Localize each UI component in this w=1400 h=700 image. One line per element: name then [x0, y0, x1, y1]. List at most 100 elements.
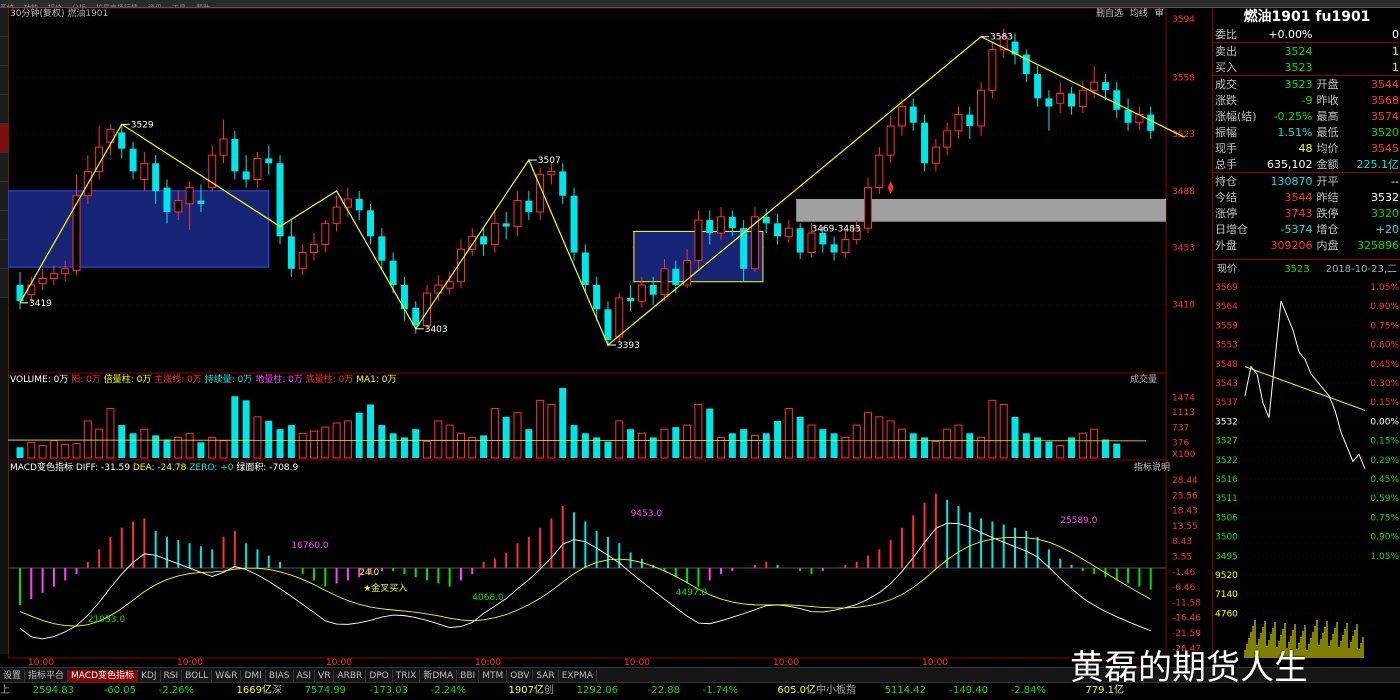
volume-continue-label: 持续量: 0万	[204, 375, 253, 385]
intraday-left-tick: 3511	[1215, 494, 1238, 504]
intraday-right-tick: 0.90%	[1370, 302, 1399, 312]
volume-type-select[interactable]: 成交量	[1130, 375, 1157, 386]
window-button[interactable]: 审	[1155, 9, 1164, 19]
candle-body	[242, 171, 250, 180]
remove-watchlist-button[interactable]: 删自选	[1096, 9, 1123, 19]
quote-key: 开平	[1314, 172, 1349, 189]
strip-tab[interactable]	[0, 182, 8, 211]
quote-value: 325896	[1357, 238, 1399, 252]
chart-canvas[interactable]: 3594 3558 3523 3488 3453 3418 3419 3529 3403 3507…	[8, 8, 1212, 666]
intraday-chart[interactable]: 3569 3564 3559 3553 3548 3543 3537 3532 3527 3522…	[1213, 280, 1400, 660]
strip-tab[interactable]	[0, 240, 8, 269]
macd-area-value: 9453.0	[631, 509, 663, 519]
candle-body	[615, 297, 624, 338]
candle-body	[694, 219, 703, 262]
strip-tab[interactable]	[0, 37, 8, 66]
quote-value: 3574	[1371, 109, 1399, 123]
volume-bar	[298, 432, 307, 459]
macd-dea-label: DEA: -24.78	[132, 463, 187, 473]
volume-bar	[694, 403, 703, 459]
volume-bar	[106, 408, 115, 459]
candle-body	[309, 243, 318, 254]
intraday-right-tick: 0.29%	[1370, 456, 1399, 466]
candle-body	[1124, 109, 1132, 123]
quote-value: +20	[1375, 222, 1399, 236]
intraday-right-tick: 0.30%	[1370, 379, 1399, 389]
quote-key: 持仓	[1213, 172, 1259, 189]
peak-label: 3419	[29, 299, 52, 309]
quote-row: 今结 3544 昨结 3532	[1213, 189, 1400, 205]
candle-body	[784, 227, 793, 237]
quote-key: 外盘	[1215, 239, 1237, 252]
quote-value: 3532	[1371, 190, 1399, 204]
quote-key: 现手	[1215, 142, 1237, 155]
quote-title: 燃油1901 fu1901	[1243, 9, 1371, 25]
strip-tab[interactable]	[0, 95, 8, 124]
macd-tick-label: -21.59	[1172, 629, 1201, 639]
quote-row: 涨幅(结) -0.25% 最高 3574	[1213, 108, 1400, 124]
macd-area-value: 4497.0	[676, 588, 708, 598]
macd-tick-label: 23.56	[1172, 491, 1198, 501]
volume-bar	[16, 447, 24, 458]
time-axis-label: 10:00	[177, 658, 203, 666]
quote-key	[1314, 59, 1348, 76]
volume-unit-label: X100	[1172, 450, 1196, 460]
macd-tick-label: -6.46	[1172, 583, 1196, 593]
candle-body	[796, 228, 804, 253]
chart-top-buttons[interactable]: 删自选 均线 审	[1096, 9, 1164, 20]
indicator-help-button[interactable]: 指标说明	[1134, 463, 1170, 474]
macd-area-value: 21933.0	[88, 615, 125, 625]
volume-main-label: 主涨线: 0万	[154, 375, 202, 385]
volume-ma-label: MA1: 0万	[356, 375, 397, 385]
quote-key: 开盘	[1314, 75, 1349, 92]
intraday-right-tick: 0.90%	[1370, 533, 1399, 543]
quote-key: 涨停	[1215, 207, 1237, 220]
volume-bar	[897, 428, 906, 459]
volume-bar	[27, 441, 36, 459]
strip-tab[interactable]	[0, 66, 8, 95]
status-index-value: -173.03	[369, 685, 408, 696]
quote-key	[1314, 42, 1349, 59]
quote-value: 1.51%	[1277, 125, 1313, 139]
candle-body	[265, 158, 273, 164]
volume-bar	[909, 433, 917, 458]
status-index-value: -60.05	[103, 685, 136, 696]
strip-tab[interactable]	[0, 8, 8, 37]
ma-button[interactable]: 均线	[1130, 9, 1148, 19]
intraday-left-tick: 4760	[1215, 609, 1238, 619]
volume-bar	[672, 427, 680, 458]
candle-body	[570, 195, 578, 253]
candle-body	[717, 216, 726, 234]
intraday-left-tick: 3548	[1215, 360, 1238, 370]
status-index-value: 1669亿	[236, 685, 272, 696]
volume-bar	[931, 441, 940, 459]
volume-bar	[559, 388, 567, 458]
candle-body	[649, 284, 657, 295]
peak-label: 3507	[538, 156, 561, 166]
volume-tick-label: 376	[1172, 439, 1189, 449]
candle-body	[1101, 82, 1109, 91]
now-date: 2018-10-23,二	[1325, 264, 1397, 275]
quote-key: 涨幅(结)	[1215, 110, 1257, 123]
volume-header: VOLUME: 0万 阳: 0万 倍量柱: 0万 主涨线: 0万 持续量: 0万…	[10, 375, 396, 386]
volume-bar	[547, 403, 556, 459]
quote-row: 卖出 3524 1	[1213, 42, 1400, 59]
strip-tab[interactable]	[0, 211, 8, 240]
status-index-value: 1907亿	[508, 685, 544, 696]
volume-bar	[864, 412, 873, 459]
time-axis-label: 10:00	[773, 658, 799, 666]
volume-bottom-label: 底量柱: 0万	[305, 375, 354, 385]
strip-tab[interactable]	[0, 153, 8, 182]
macd-tick-label: 13.55	[1172, 522, 1198, 532]
strip-tab-active[interactable]	[0, 124, 8, 153]
candle-body	[389, 260, 397, 285]
intraday-left-tick: 3500	[1215, 533, 1238, 543]
macd-tick-label: 28.44	[1172, 476, 1198, 486]
quote-table: 委比 +0.00% 0 卖出 3524 1 买入 3523 1 成交 3523 开盘 3544 涨跌 -9 昨…	[1213, 26, 1400, 253]
candle-body	[841, 239, 850, 254]
strip-tab[interactable]	[0, 269, 8, 298]
volume-bar	[185, 432, 194, 459]
intraday-right-tick: 1.05%	[1370, 283, 1399, 293]
volume-bar	[830, 433, 838, 458]
quote-row: 委比 +0.00% 0	[1213, 26, 1400, 43]
